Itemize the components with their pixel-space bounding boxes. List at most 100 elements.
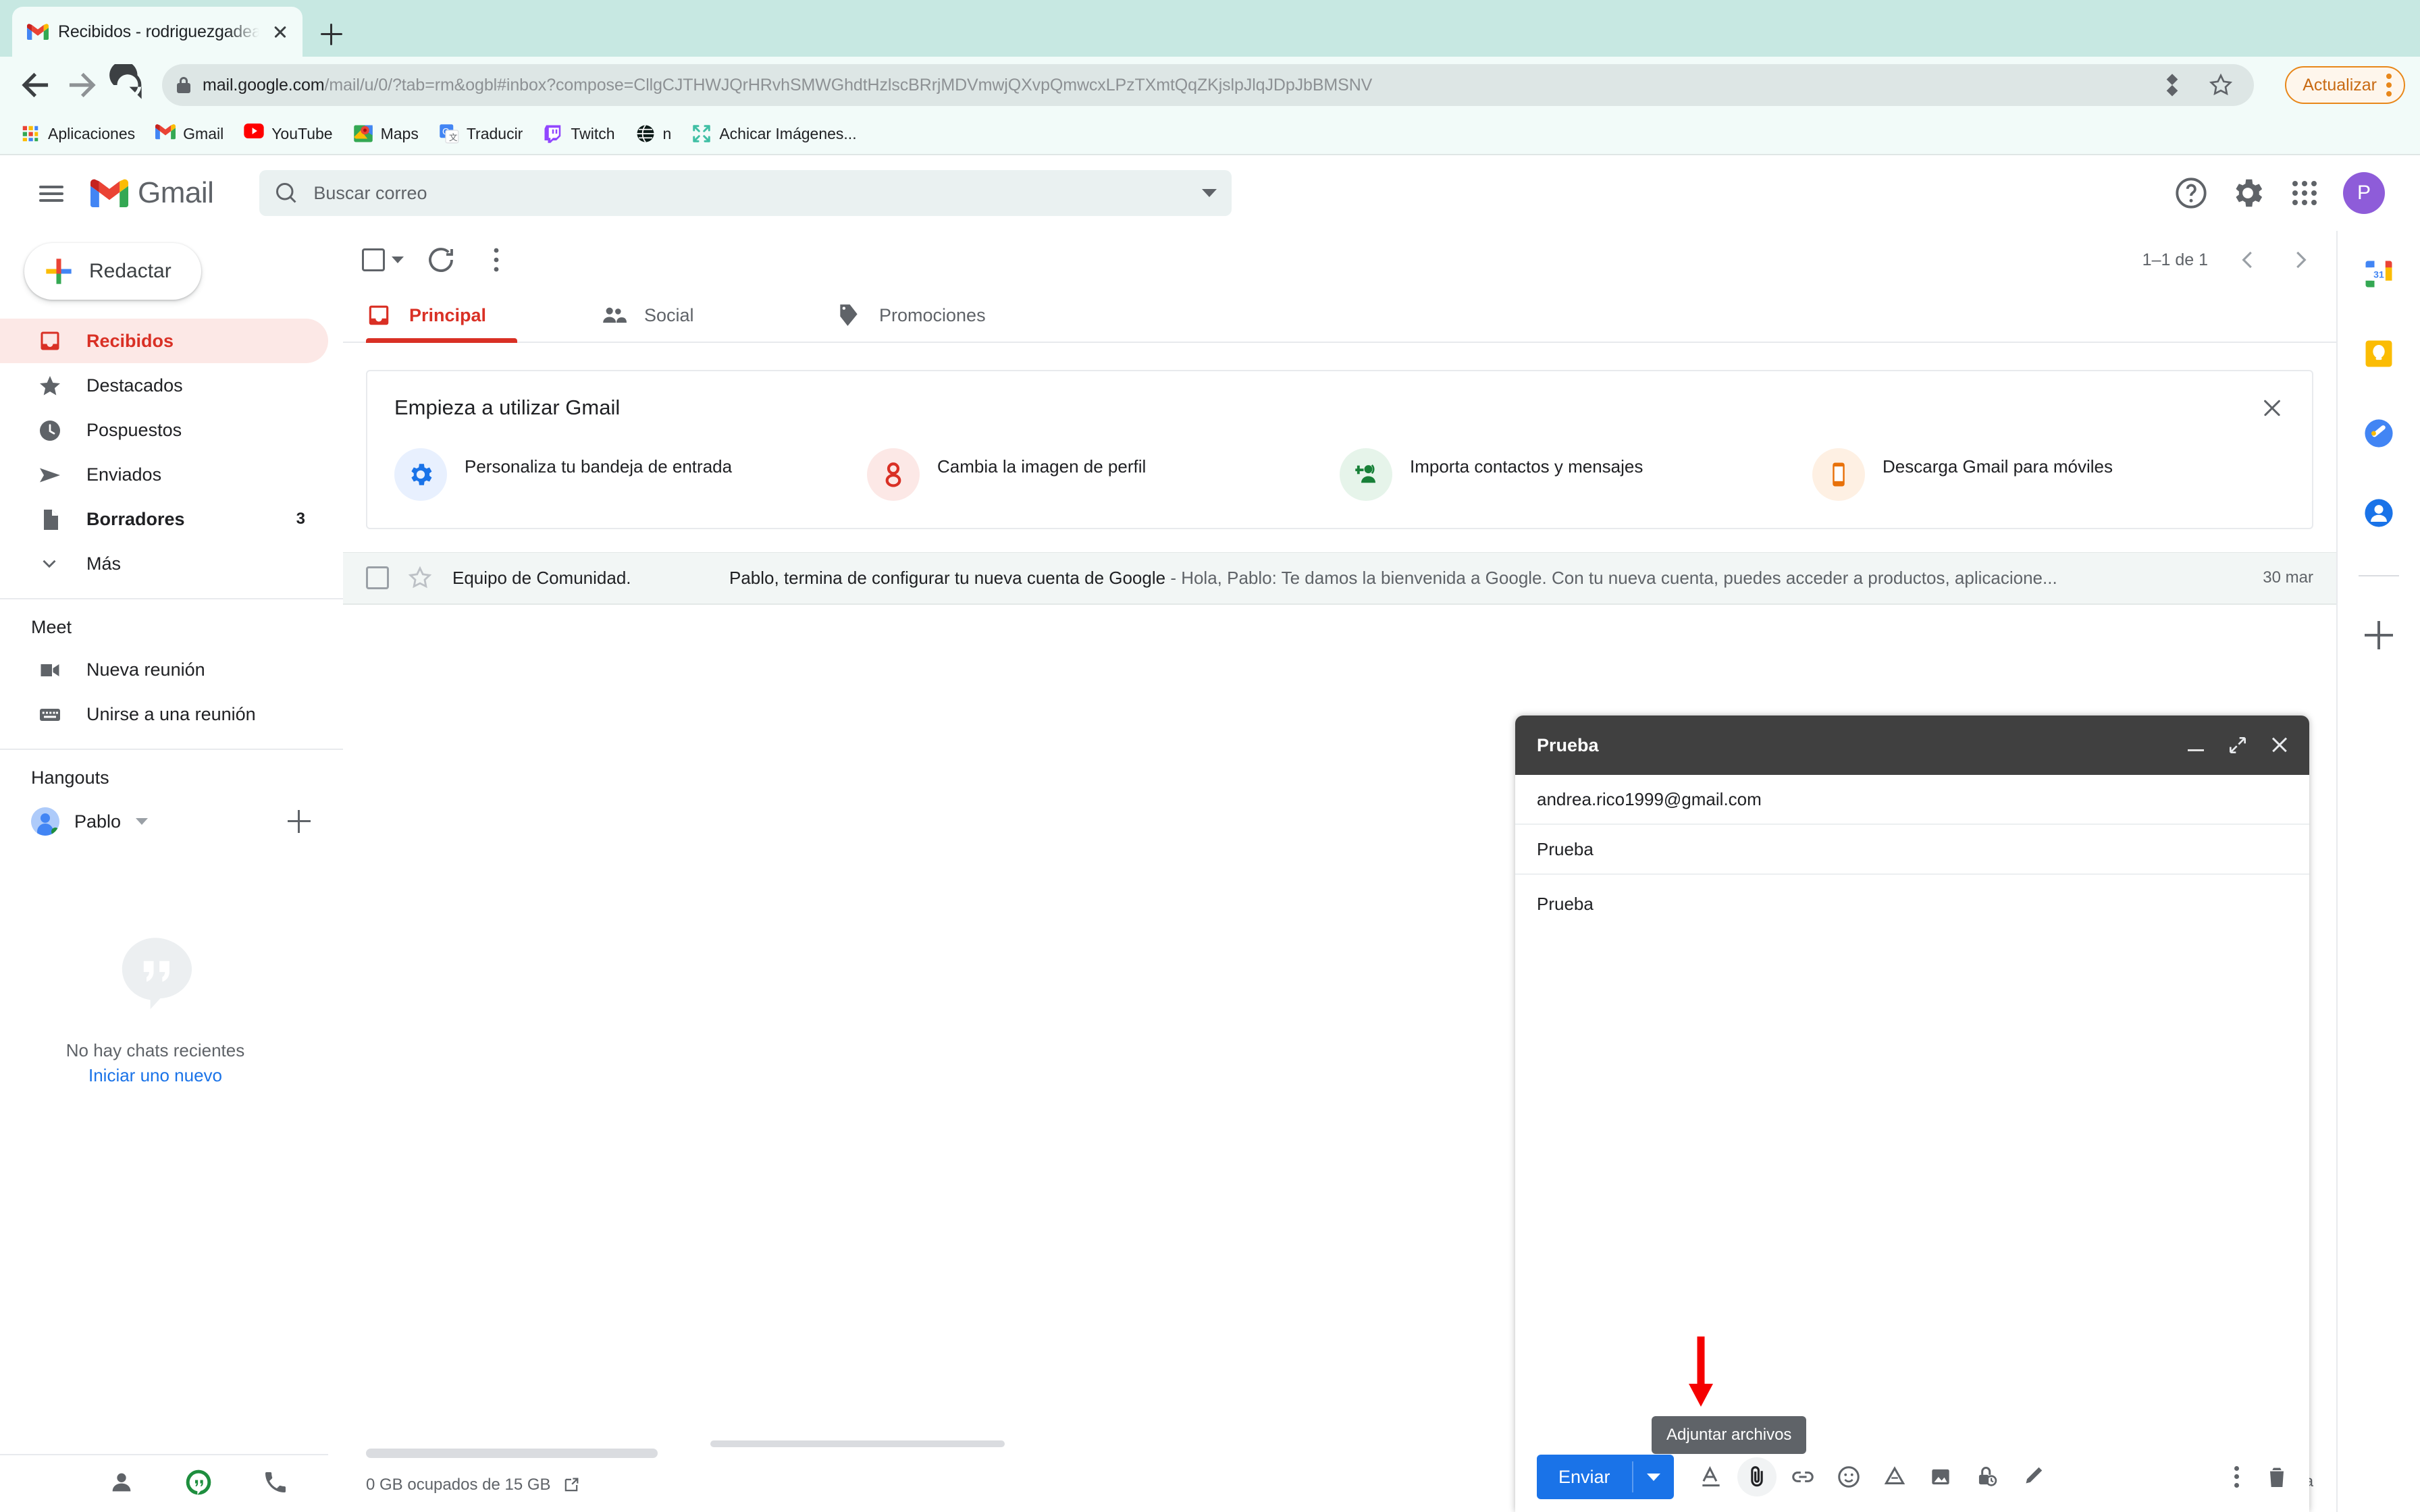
google-apps-grid-icon[interactable] — [2286, 175, 2323, 211]
sidebar-item-enviados[interactable]: Enviados — [0, 452, 328, 497]
send-options-button[interactable] — [1633, 1473, 1674, 1481]
compose-label: Redactar — [89, 260, 172, 282]
bookmark-achicar-imagenes[interactable]: Achicar Imágenes... — [691, 124, 857, 144]
chevron-left-icon[interactable] — [2235, 247, 2261, 273]
sidebar-item-count: 3 — [296, 510, 305, 528]
sidebar-item-destacados[interactable]: Destacados — [0, 363, 328, 408]
insert-drive-icon[interactable] — [1875, 1457, 1914, 1496]
promo-item-personaliza[interactable]: Personaliza tu bandeja de entrada — [394, 448, 867, 501]
close-icon[interactable] — [2257, 393, 2288, 424]
attach-file-icon[interactable] — [1737, 1457, 1777, 1496]
horizontal-scrollbar[interactable] — [710, 1440, 1005, 1447]
bookmark-n[interactable]: n — [635, 124, 671, 144]
tab-principal[interactable]: Principal — [366, 289, 601, 343]
inbox-tab-icon — [366, 302, 392, 328]
bookmark-label: Achicar Imágenes... — [719, 124, 857, 142]
sidebar-item-pospuestos[interactable]: Pospuestos — [0, 408, 328, 452]
compose-header[interactable]: Prueba — [1515, 716, 2309, 775]
compose-button[interactable]: Redactar — [24, 243, 201, 300]
tasks-icon[interactable] — [2361, 416, 2396, 451]
search-bar[interactable] — [259, 170, 1232, 216]
settings-gear-icon[interactable] — [2230, 175, 2266, 211]
checkbox-icon[interactable] — [366, 566, 389, 589]
insert-link-icon[interactable] — [1783, 1457, 1822, 1496]
sidebar-item-nueva-reunion[interactable]: Nueva reunión — [0, 647, 328, 692]
bookmark-maps[interactable]: Maps — [353, 124, 419, 144]
confidential-mode-icon[interactable] — [1967, 1457, 2006, 1496]
kebab-menu-icon[interactable] — [2386, 74, 2392, 97]
contacts-icon[interactable] — [108, 1469, 138, 1498]
reload-icon[interactable] — [107, 61, 149, 106]
close-icon[interactable] — [2269, 734, 2290, 756]
expand-icon[interactable] — [2227, 734, 2248, 756]
hangouts-user-row[interactable]: Pablo — [0, 798, 343, 845]
compose-right-actions — [2234, 1462, 2290, 1492]
phone-icon[interactable] — [262, 1469, 292, 1498]
payments-icon[interactable] — [2154, 67, 2190, 103]
hangouts-empty-link[interactable]: Iniciar uno nuevo — [0, 1065, 311, 1086]
keep-bulb-icon[interactable] — [2361, 336, 2396, 371]
compose-subject-field[interactable]: Prueba — [1515, 825, 2309, 875]
sidebar-item-label: Recibidos — [86, 330, 174, 351]
table-row[interactable]: Equipo de Comunidad. Pablo, termina de c… — [343, 552, 2336, 605]
star-outline-icon[interactable] — [406, 564, 433, 591]
compose-body[interactable]: Prueba — [1515, 875, 2309, 1442]
send-button[interactable]: Enviar — [1537, 1455, 1674, 1499]
bookmark-star-icon[interactable] — [2203, 67, 2239, 103]
new-tab-button[interactable] — [309, 12, 354, 57]
address-bar[interactable]: mail.google.com/mail/u/0/?tab=rm&ogbl#in… — [162, 64, 2255, 106]
category-tabs: Principal Social Promociones — [343, 289, 2336, 343]
sidebar-item-borradores[interactable]: Borradores 3 — [0, 497, 328, 541]
promo-item-importa-contactos[interactable]: Importa contactos y mensajes — [1340, 448, 1812, 501]
insert-emoji-icon[interactable] — [1829, 1457, 1868, 1496]
hamburger-menu-icon[interactable] — [32, 174, 70, 212]
import-contacts-icon — [1340, 448, 1392, 501]
hangouts-icon[interactable] — [185, 1469, 215, 1498]
bookmark-youtube[interactable]: YouTube — [244, 124, 333, 144]
omnibox-bar: mail.google.com/mail/u/0/?tab=rm&ogbl#in… — [0, 57, 2420, 113]
search-input[interactable] — [313, 182, 1188, 204]
minimize-icon[interactable] — [2186, 735, 2207, 755]
kebab-menu-icon[interactable] — [478, 242, 515, 278]
chevron-right-icon[interactable] — [2288, 247, 2313, 273]
update-button-label: Actualizar — [2303, 75, 2377, 94]
back-arrow-icon[interactable] — [15, 64, 57, 106]
chevron-down-icon[interactable] — [1202, 189, 1217, 197]
close-icon[interactable] — [269, 20, 292, 43]
compose-to-field[interactable]: andrea.rico1999@gmail.com — [1515, 775, 2309, 825]
plus-icon[interactable] — [288, 810, 311, 833]
bookmark-aplicaciones[interactable]: Aplicaciones — [20, 124, 135, 144]
gmail-logo[interactable]: Gmail — [90, 176, 214, 210]
forward-arrow-icon[interactable] — [61, 64, 103, 106]
bookmark-twitch[interactable]: Twitch — [543, 124, 615, 144]
bookmark-traducir[interactable]: G文 Traducir — [439, 124, 523, 144]
sidebar-item-mas[interactable]: Más — [0, 541, 328, 586]
select-all-control[interactable] — [352, 248, 413, 271]
promo-item-descarga-gmail[interactable]: Descarga Gmail para móviles — [1812, 448, 2285, 501]
mail-subject-text: Pablo, termina de configurar tu nueva cu… — [729, 567, 1166, 588]
help-icon[interactable] — [2173, 175, 2209, 211]
calendar-31-icon[interactable]: 31 — [2361, 256, 2396, 292]
open-external-icon[interactable] — [562, 1476, 581, 1494]
tab-promociones[interactable]: Promociones — [836, 289, 1071, 342]
promo-item-imagen-perfil[interactable]: Cambia la imagen de perfil — [867, 448, 1340, 501]
update-button[interactable]: Actualizar — [2285, 66, 2405, 104]
insert-photo-icon[interactable] — [1921, 1457, 1960, 1496]
refresh-icon[interactable] — [423, 242, 459, 278]
chevron-down-icon[interactable] — [392, 256, 404, 263]
trash-icon[interactable] — [2263, 1462, 2290, 1492]
insert-signature-icon[interactable] — [2013, 1457, 2052, 1496]
sidebar: Redactar Recibidos Destacados Pospuestos… — [0, 231, 343, 1512]
browser-tab[interactable]: Recibidos - rodriguezgadeapablo — [12, 7, 302, 57]
sidebar-item-recibidos[interactable]: Recibidos — [0, 319, 328, 363]
add-apps-icon[interactable] — [2365, 621, 2393, 649]
chevron-down-icon[interactable] — [136, 818, 149, 825]
tab-social[interactable]: Social — [601, 289, 836, 342]
checkbox-icon[interactable] — [362, 248, 385, 271]
format-text-icon[interactable] — [1691, 1457, 1731, 1496]
contacts-icon[interactable] — [2361, 495, 2396, 531]
bookmark-gmail[interactable]: Gmail — [155, 124, 223, 144]
kebab-menu-icon[interactable] — [2234, 1466, 2239, 1488]
sidebar-item-unirse-reunion[interactable]: Unirse a una reunión — [0, 692, 328, 736]
avatar[interactable]: P — [2343, 172, 2385, 214]
